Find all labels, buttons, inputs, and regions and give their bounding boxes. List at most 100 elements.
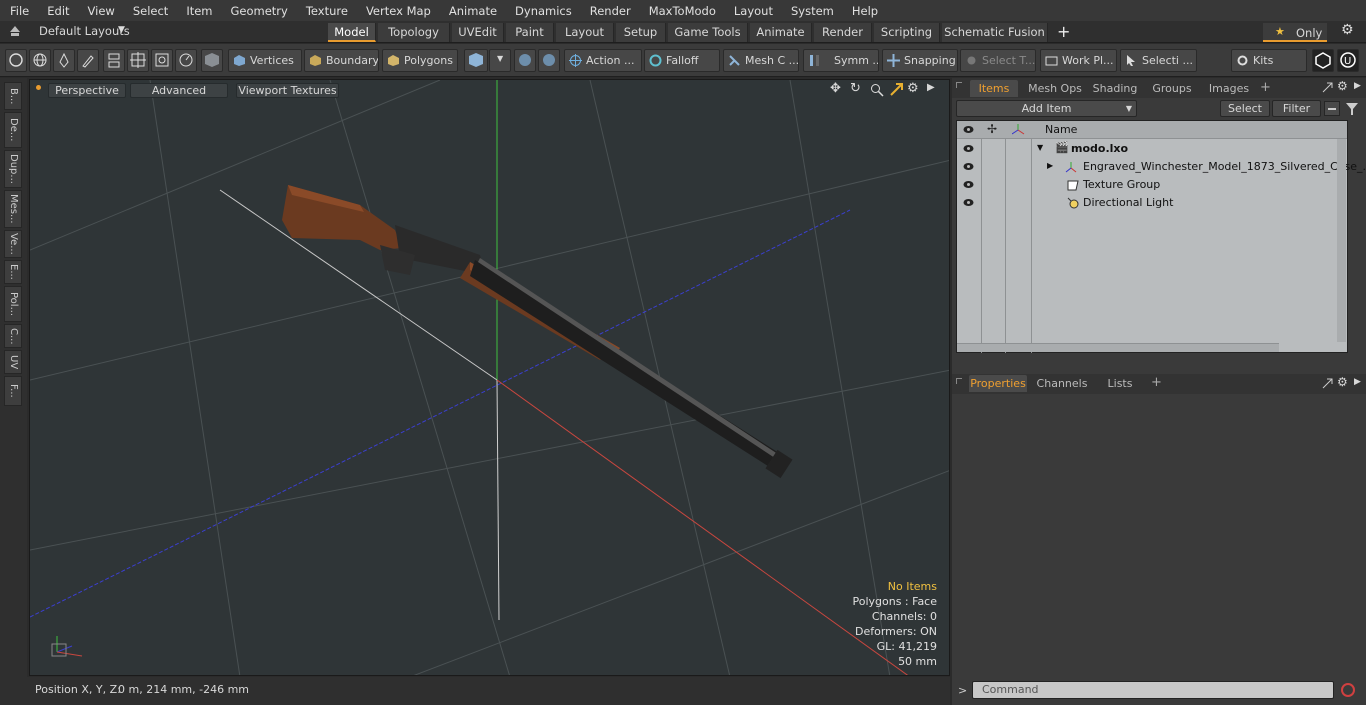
symmetry-button[interactable]: Symm ... (803, 49, 879, 72)
snapping-button[interactable]: Snapping (882, 49, 958, 72)
axis-header-icon[interactable] (1012, 124, 1025, 136)
left-tab-fusion[interactable]: F... (4, 376, 22, 406)
3d-viewport[interactable]: Perspective Advanced Viewport Textures ✥… (29, 79, 950, 676)
menu-help[interactable]: Help (842, 4, 886, 18)
menu-layout[interactable]: Layout (724, 4, 781, 18)
tab-model[interactable]: Model (328, 23, 376, 42)
select-through-button[interactable]: Select T... (960, 49, 1036, 72)
menu-view[interactable]: View (78, 4, 123, 18)
mode-dropdown-icon[interactable]: ▼ (489, 49, 511, 72)
boundary-button[interactable]: Boundary (304, 49, 379, 72)
left-tab-curve[interactable]: C... (4, 324, 22, 348)
kits-button[interactable]: Kits (1231, 49, 1307, 72)
select-button[interactable]: Select (1220, 100, 1270, 117)
selection-sets-button[interactable]: Selecti ... (1120, 49, 1197, 72)
left-tab-edge[interactable]: E... (4, 260, 22, 284)
unreal-logo-icon[interactable]: U (1337, 49, 1359, 72)
collapse-icon[interactable] (1324, 101, 1340, 116)
visibility-eye-icon[interactable] (963, 198, 974, 207)
symmetry-shield-icon[interactable] (538, 49, 560, 72)
viewport-settings-gear-icon[interactable]: ⚙ (907, 81, 919, 96)
visibility-eye-icon[interactable] (963, 144, 974, 153)
left-tab-vertex[interactable]: Ve... (4, 230, 22, 258)
funnel-filter-icon[interactable] (1345, 102, 1359, 116)
panel-arrow-icon[interactable]: ▶ (1354, 377, 1361, 387)
only-toggle[interactable]: ★ Only (1263, 23, 1327, 42)
panel-maximize-icon[interactable] (1322, 82, 1333, 93)
viewport-scene[interactable] (30, 80, 950, 676)
tab-mesh-ops[interactable]: Mesh Ops (1024, 80, 1086, 97)
tab-groups[interactable]: Groups (1146, 80, 1198, 97)
visibility-eye-icon[interactable] (963, 180, 974, 189)
winchester-rifle-model[interactable] (282, 185, 793, 479)
menu-edit[interactable]: Edit (37, 4, 77, 18)
element-icon[interactable] (151, 49, 173, 72)
settings-gear-icon[interactable]: ⚙ (1341, 22, 1354, 38)
tab-animate[interactable]: Animate (750, 23, 812, 42)
left-tab-mesh-edit[interactable]: Mes... (4, 190, 22, 228)
polygons-button[interactable]: Polygons (382, 49, 458, 72)
add-panel-tab-icon[interactable]: + (1151, 375, 1162, 390)
left-tab-uv[interactable]: UV (4, 350, 22, 374)
add-tab-icon[interactable]: + (1057, 22, 1070, 41)
tab-setup[interactable]: Setup (616, 23, 666, 42)
tab-schematic-fusion[interactable]: Schematic Fusion (942, 23, 1048, 42)
item-list-tree[interactable]: ✢ Name ▼ 🎬 modo.lxo ▶ Engraved_Wincheste… (956, 120, 1366, 353)
unity-cube-icon[interactable] (1312, 49, 1334, 72)
layout-dropdown-icon[interactable]: ▼ (118, 25, 125, 35)
layout-selector[interactable]: Default Layouts (39, 24, 130, 38)
shaded-cube-icon[interactable] (201, 49, 223, 72)
work-plane-button[interactable]: Work Pl... (1040, 49, 1117, 72)
layout-menu-icon[interactable] (9, 25, 21, 40)
tab-game-tools[interactable]: Game Tools (668, 23, 748, 42)
tab-images[interactable]: Images (1202, 80, 1256, 97)
left-tab-polygon[interactable]: Pol... (4, 286, 22, 322)
panel-arrow-icon[interactable]: ▶ (1354, 81, 1361, 91)
rotate-icon[interactable]: ↻ (850, 81, 861, 96)
vertices-button[interactable]: Vertices (228, 49, 302, 72)
expand-arrow-icon[interactable]: ▶ (1047, 161, 1053, 170)
menu-geometry[interactable]: Geometry (221, 4, 296, 18)
menu-vertex-map[interactable]: Vertex Map (356, 4, 439, 18)
tab-channels[interactable]: Channels (1034, 375, 1090, 392)
add-item-button[interactable]: Add Item ▼ (956, 100, 1137, 117)
left-tab-deform[interactable]: De... (4, 112, 22, 148)
brush-icon[interactable] (77, 49, 99, 72)
globe-icon[interactable] (29, 49, 51, 72)
pan-icon[interactable]: ✥ (830, 81, 841, 96)
menu-animate[interactable]: Animate (439, 4, 505, 18)
sym-shield-icon[interactable] (514, 49, 536, 72)
maximize-viewport-icon[interactable] (890, 83, 903, 96)
tab-scripting[interactable]: Scripting (874, 23, 940, 42)
menu-maxtomodo[interactable]: MaxToModo (639, 4, 724, 18)
left-tab-basic[interactable]: B... (4, 82, 22, 110)
tab-layout[interactable]: Layout (556, 23, 614, 42)
panel-maximize-icon[interactable] (1322, 378, 1333, 389)
command-input[interactable]: Command (972, 681, 1334, 699)
tab-items[interactable]: Items (970, 80, 1018, 97)
clock-icon[interactable] (175, 49, 197, 72)
item-mode-icon[interactable] (464, 49, 488, 72)
visibility-eye-icon[interactable] (963, 162, 974, 171)
tab-render[interactable]: Render (814, 23, 872, 42)
visibility-header-eye-icon[interactable] (963, 125, 974, 134)
tab-lists[interactable]: Lists (1094, 375, 1146, 392)
menu-select[interactable]: Select (123, 4, 176, 18)
menu-dynamics[interactable]: Dynamics (505, 4, 580, 18)
horizontal-scrollbar[interactable] (957, 343, 1279, 352)
tab-uvedit[interactable]: UVEdit (452, 23, 504, 42)
tab-topology[interactable]: Topology (378, 23, 450, 42)
tree-row-scene[interactable]: ▼ 🎬 modo.lxo (957, 140, 1347, 158)
pen-tool-icon[interactable] (53, 49, 75, 72)
menu-system[interactable]: System (781, 4, 842, 18)
tab-paint[interactable]: Paint (506, 23, 554, 42)
record-macro-icon[interactable] (1340, 682, 1356, 698)
align-icon[interactable] (103, 49, 125, 72)
panel-gear-icon[interactable]: ⚙ (1337, 79, 1348, 93)
panel-gear-icon[interactable]: ⚙ (1337, 375, 1348, 389)
expand-arrow-icon[interactable]: ▼ (1037, 143, 1043, 152)
mesh-constraints-button[interactable]: Mesh C ... (723, 49, 799, 72)
menu-item[interactable]: Item (176, 4, 220, 18)
add-panel-tab-icon[interactable]: + (1260, 80, 1271, 95)
tab-properties[interactable]: Properties (969, 375, 1027, 392)
